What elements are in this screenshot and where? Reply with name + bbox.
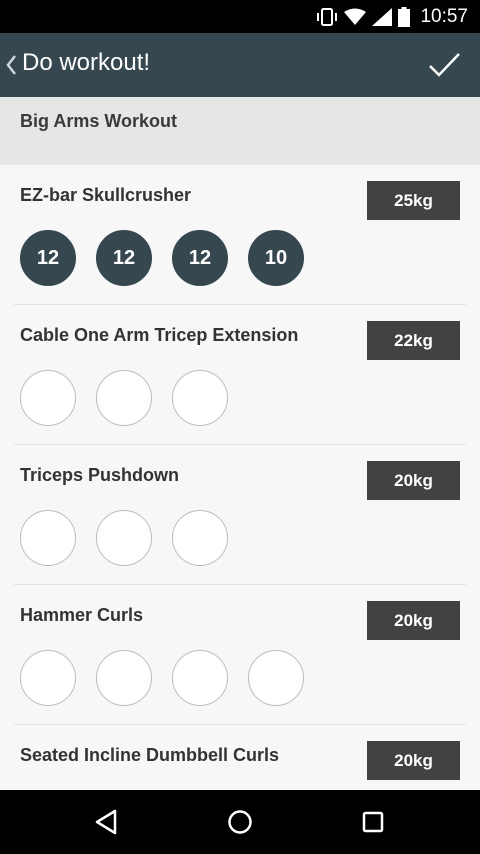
exercise-item: Hammer Curls 20kg (0, 585, 480, 725)
exercise-name: Hammer Curls (20, 605, 144, 625)
weight-badge[interactable]: 20kg (367, 461, 460, 500)
set-button[interactable]: 12 (96, 230, 152, 286)
battery-icon (398, 6, 411, 27)
set-button[interactable] (96, 650, 152, 706)
chevron-left-icon[interactable] (4, 53, 18, 77)
exercise-name: EZ-bar Skullcrusher (20, 185, 192, 205)
signal-icon (372, 7, 393, 26)
set-button[interactable]: 10 (248, 230, 304, 286)
set-button[interactable] (20, 650, 76, 706)
exercise-name: Seated Incline Dumbbell Curls (20, 745, 280, 765)
status-bar: 10:57 (0, 0, 480, 33)
set-button[interactable] (20, 510, 76, 566)
exercise-item: Cable One Arm Tricep Extension 22kg (0, 305, 480, 445)
workout-header: Big Arms Workout (0, 97, 480, 165)
page-title: Do workout! (22, 49, 151, 76)
exercise-item: Triceps Pushdown 20kg (0, 445, 480, 585)
status-icons: 10:57 (316, 0, 468, 33)
exercise-name: Triceps Pushdown (20, 465, 180, 485)
set-list (20, 370, 228, 426)
set-list (20, 510, 228, 566)
back-icon[interactable] (91, 806, 123, 838)
navigation-bar (0, 790, 480, 854)
set-button[interactable] (96, 510, 152, 566)
workout-name: Big Arms Workout (20, 111, 178, 131)
set-button[interactable]: 12 (172, 230, 228, 286)
weight-badge[interactable]: 22kg (367, 321, 460, 360)
set-button[interactable] (96, 370, 152, 426)
exercise-list[interactable]: EZ-bar Skullcrusher 25kg 12 12 12 10 Cab… (0, 165, 480, 790)
home-icon[interactable] (224, 806, 256, 838)
set-button[interactable]: 12 (20, 230, 76, 286)
exercise-name: Cable One Arm Tricep Extension (20, 325, 299, 345)
set-button[interactable] (172, 510, 228, 566)
set-button[interactable] (20, 370, 76, 426)
checkmark-icon[interactable] (426, 47, 462, 83)
weight-badge[interactable]: 20kg (367, 741, 460, 780)
set-button[interactable] (172, 650, 228, 706)
set-list (20, 650, 304, 706)
wifi-icon (344, 8, 367, 25)
set-button[interactable] (172, 370, 228, 426)
exercise-item: Seated Incline Dumbbell Curls 20kg (0, 725, 480, 790)
set-list: 12 12 12 10 (20, 230, 304, 286)
status-time: 10:57 (420, 5, 468, 27)
exercise-item: EZ-bar Skullcrusher 25kg 12 12 12 10 (0, 165, 480, 305)
app-bar: Do workout! (0, 33, 480, 97)
weight-badge[interactable]: 25kg (367, 181, 460, 220)
weight-badge[interactable]: 20kg (367, 601, 460, 640)
set-button[interactable] (248, 650, 304, 706)
recents-icon[interactable] (357, 806, 389, 838)
vibrate-icon (317, 7, 338, 26)
